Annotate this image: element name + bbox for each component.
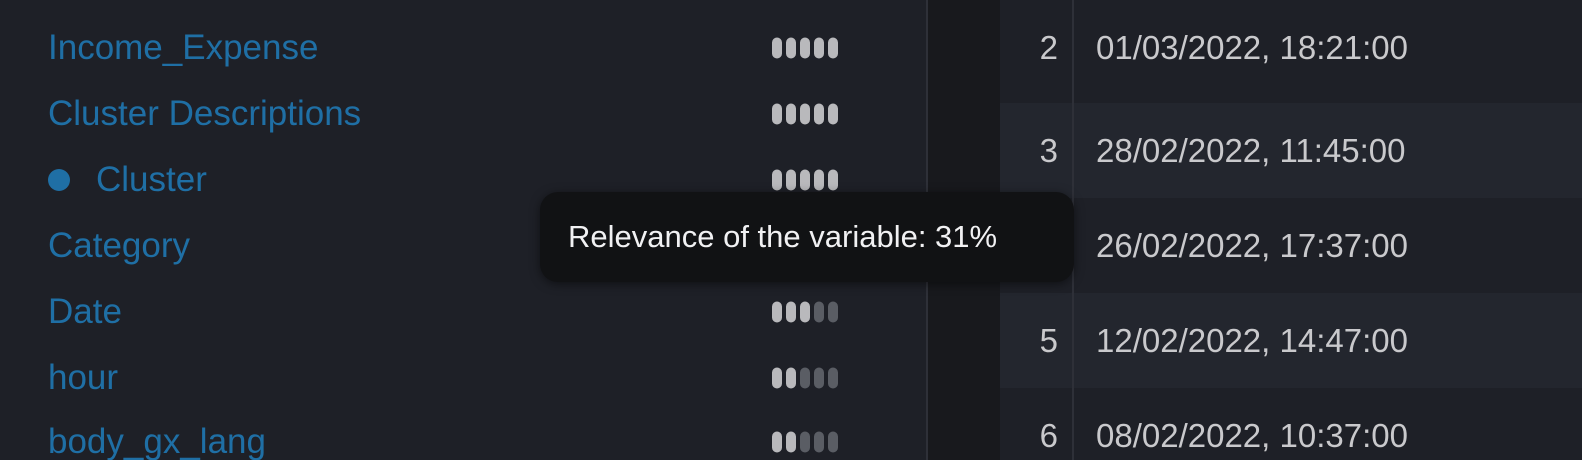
relevance-bar [828, 367, 838, 389]
relevance-bar [828, 169, 838, 191]
date-cell[interactable]: 08/02/2022, 10:37:00 [1096, 417, 1408, 455]
variable-name[interactable]: Income_Expense [48, 28, 318, 68]
relevance-meter[interactable] [772, 103, 838, 125]
relevance-bar [800, 103, 810, 125]
relevance-bar [772, 301, 782, 323]
date-cell[interactable]: 26/02/2022, 17:37:00 [1096, 227, 1408, 265]
variable-name[interactable]: Category [48, 226, 190, 266]
relevance-bar [814, 301, 824, 323]
relevance-meter[interactable] [772, 301, 838, 323]
relevance-bar [814, 169, 824, 191]
relevance-bar [814, 431, 824, 453]
date-cell[interactable]: 01/03/2022, 18:21:00 [1096, 29, 1408, 67]
variable-name[interactable]: hour [48, 358, 118, 398]
relevance-bar [772, 169, 782, 191]
relevance-bar [800, 367, 810, 389]
relevance-meter[interactable] [772, 37, 838, 59]
variable-row[interactable]: Income_Expense [48, 18, 848, 78]
row-index: 5 [1039, 321, 1058, 359]
relevance-bar [814, 367, 824, 389]
tooltip-text: Relevance of the variable: 31% [568, 219, 998, 254]
relevance-bar [814, 37, 824, 59]
relevance-bar [828, 431, 838, 453]
relevance-meter[interactable] [772, 169, 838, 191]
relevance-bar [828, 301, 838, 323]
row-index: 3 [1039, 131, 1058, 169]
relevance-bar [786, 103, 796, 125]
relevance-bar [800, 169, 810, 191]
selected-dot-icon [48, 169, 70, 191]
variable-row[interactable]: Date [48, 282, 848, 342]
data-table: 2 01/03/2022, 18:21:00 3 28/02/2022, 11:… [1000, 0, 1582, 460]
table-row[interactable]: 3 28/02/2022, 11:45:00 [1000, 103, 1582, 198]
variable-row[interactable]: body_gx_lang [48, 412, 848, 460]
relevance-bar [800, 431, 810, 453]
relevance-bar [786, 431, 796, 453]
relevance-bar [828, 103, 838, 125]
relevance-bar [814, 103, 824, 125]
relevance-bar [772, 37, 782, 59]
variable-row[interactable]: Cluster Descriptions [48, 84, 848, 144]
row-index: 2 [1039, 28, 1058, 66]
variable-name[interactable]: Cluster [96, 160, 207, 200]
variable-row[interactable]: hour [48, 348, 848, 408]
relevance-meter[interactable] [772, 431, 838, 453]
date-cell[interactable]: 12/02/2022, 14:47:00 [1096, 322, 1408, 360]
variable-name[interactable]: Cluster Descriptions [48, 94, 361, 134]
table-row[interactable]: 6 08/02/2022, 10:37:00 [1000, 388, 1582, 460]
relevance-bar [800, 37, 810, 59]
app-root: Income_Expense Cluster Descriptions Clus… [0, 0, 1582, 460]
relevance-bar [772, 431, 782, 453]
relevance-bar [786, 367, 796, 389]
relevance-tooltip: Relevance of the variable: 31% [540, 192, 1074, 282]
relevance-bar [786, 37, 796, 59]
relevance-bar [800, 301, 810, 323]
relevance-meter[interactable] [772, 367, 838, 389]
table-row[interactable]: 4 26/02/2022, 17:37:00 [1000, 198, 1582, 293]
relevance-bar [786, 169, 796, 191]
date-cell[interactable]: 28/02/2022, 11:45:00 [1096, 132, 1406, 170]
table-row[interactable]: 5 12/02/2022, 14:47:00 [1000, 293, 1582, 388]
relevance-bar [772, 367, 782, 389]
relevance-bar [828, 37, 838, 59]
variable-name[interactable]: body_gx_lang [48, 422, 266, 460]
table-row[interactable]: 2 01/03/2022, 18:21:00 [1000, 0, 1582, 95]
relevance-bar [786, 301, 796, 323]
relevance-bar [772, 103, 782, 125]
row-index: 6 [1039, 416, 1058, 454]
variable-name[interactable]: Date [48, 292, 122, 332]
